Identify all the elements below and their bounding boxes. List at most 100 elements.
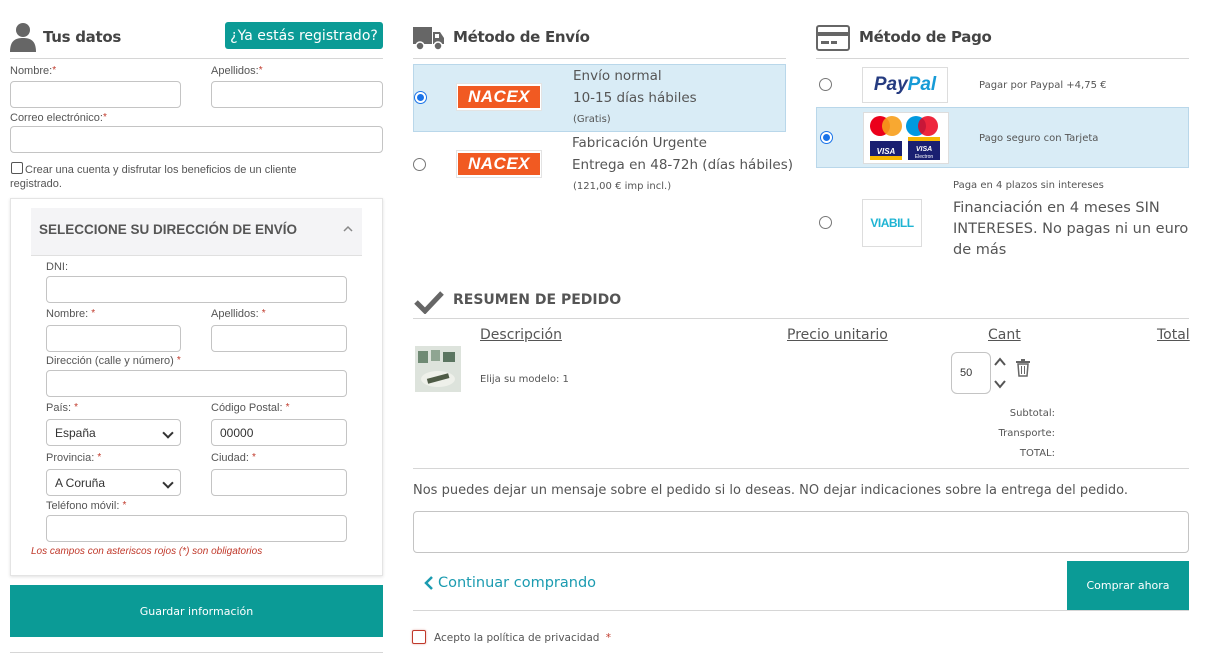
required-mark: * (91, 308, 96, 319)
card-brands-logo: VISA VISA Electron (863, 112, 949, 164)
totals-divider (413, 468, 1189, 469)
order-message-prompt: Nos puedes dejar un mensaje sobre el ped… (413, 483, 1129, 498)
address-first-name-text: Nombre: (46, 308, 89, 320)
col-header-description: Descripción (480, 327, 562, 343)
address-first-name-input[interactable] (46, 325, 181, 352)
transport-label: Transporte: (998, 428, 1055, 439)
required-fields-note: Los campos con asteriscos rojos (*) son … (31, 546, 263, 557)
viabill-radio[interactable] (819, 216, 832, 229)
shipping-urgent-name: Fabricación Urgente (572, 135, 707, 151)
quantity-input[interactable]: 50 (951, 352, 991, 394)
country-select[interactable]: España (46, 419, 181, 446)
card-label: Pago seguro con Tarjeta (979, 133, 1099, 144)
last-name-label: Apellidos:* (211, 65, 263, 77)
postal-code-input[interactable]: 00000 (211, 419, 347, 446)
trash-icon[interactable] (1015, 359, 1031, 381)
required-mark: * (261, 308, 266, 319)
svg-text:VISA: VISA (877, 147, 896, 156)
required-mark: * (102, 112, 107, 123)
first-name-label: Nombre:* (10, 65, 56, 77)
first-name-input[interactable] (10, 81, 181, 108)
required-mark: * (176, 355, 181, 366)
viabill-logo: VIABILL (862, 199, 922, 247)
street-input[interactable] (46, 370, 347, 397)
address-last-name-input[interactable] (211, 325, 347, 352)
country-label: País: * (46, 402, 78, 414)
save-info-button[interactable]: Guardar información (10, 585, 383, 637)
nacex-logo: NACEX (456, 150, 542, 178)
phone-label-text: Teléfono móvil: (46, 500, 120, 512)
chevron-left-icon (424, 576, 433, 590)
col-header-qty: Cant (988, 327, 1021, 343)
required-mark: * (97, 452, 102, 463)
already-registered-button[interactable]: ¿Ya estás registrado? (225, 22, 383, 49)
shipping-urgent-radio[interactable] (413, 158, 426, 171)
order-summary-title: RESUMEN DE PEDIDO (453, 292, 622, 308)
col-header-unit-price: Precio unitario (787, 327, 888, 343)
buy-now-button[interactable]: Comprar ahora (1067, 561, 1189, 610)
address-first-name-label: Nombre: * (46, 308, 95, 320)
viabill-logo-text: VIABILL (870, 216, 914, 230)
credit-card-icon (816, 24, 850, 56)
quantity-decrease-button[interactable] (993, 375, 1007, 394)
nacex-logo-text: NACEX (458, 153, 540, 175)
product-thumbnail (415, 346, 461, 392)
street-label-text: Dirección (calle y número) (46, 355, 174, 367)
phone-input[interactable] (46, 515, 347, 542)
checkmark-icon (414, 290, 444, 318)
street-label: Dirección (calle y número) * (46, 355, 181, 367)
required-mark: * (251, 452, 256, 463)
subtotal-label: Subtotal: (1009, 408, 1055, 419)
truck-icon (413, 25, 445, 55)
privacy-label: Acepto la política de privacidad * (434, 632, 611, 644)
dni-input[interactable] (46, 276, 347, 303)
shipping-divider (413, 58, 786, 59)
svg-text:VISA: VISA (916, 146, 932, 153)
city-label: Ciudad: * (211, 452, 256, 464)
chevron-up-icon[interactable] (342, 219, 354, 238)
viabill-note: Paga en 4 plazos sin intereses (953, 180, 1104, 191)
nacex-logo: NACEX (456, 83, 542, 111)
customer-section-title: Tus datos (43, 28, 121, 46)
last-name-input[interactable] (211, 81, 383, 108)
shipping-normal-name: Envío normal (573, 68, 662, 84)
dni-label: DNI: (46, 261, 68, 273)
bottom-divider (413, 610, 1189, 611)
col-header-total: Total (1157, 327, 1190, 343)
required-mark: * (122, 500, 127, 511)
required-mark: * (258, 65, 263, 76)
address-last-name-label: Apellidos: * (211, 308, 266, 320)
user-icon (10, 22, 36, 52)
province-select[interactable]: A Coruña (46, 469, 181, 496)
total-label: TOTAL: (1019, 448, 1055, 459)
payment-section-title: Método de Pago (859, 28, 992, 46)
card-radio[interactable] (820, 131, 833, 144)
continue-shopping-link[interactable]: Continuar comprando (423, 575, 596, 591)
order-message-textarea[interactable] (413, 511, 1189, 553)
shipping-urgent-time: Entrega en 48-72h (días hábiles) (572, 157, 793, 173)
svg-text:Electron: Electron (915, 154, 934, 160)
payment-divider (816, 58, 1189, 59)
quantity-increase-button[interactable] (993, 353, 1007, 372)
shipping-normal-radio[interactable] (414, 91, 427, 104)
phone-label: Teléfono móvil: * (46, 500, 126, 512)
province-label: Provincia: * (46, 452, 101, 464)
postal-code-label-text: Código Postal: (211, 402, 283, 414)
continue-shopping-text: Continuar comprando (438, 575, 597, 591)
postal-code-label: Código Postal: * (211, 402, 290, 414)
privacy-checkbox[interactable] (412, 630, 426, 644)
country-label-text: País: (46, 402, 72, 414)
city-input[interactable] (211, 469, 347, 496)
last-name-label-text: Apellidos: (211, 65, 259, 77)
required-mark: * (285, 402, 290, 413)
email-label: Correo electrónico:* (10, 112, 107, 124)
customer-divider (10, 58, 383, 59)
paypal-radio[interactable] (819, 78, 832, 91)
address-panel-title: SELECCIONE SU DIRECCIÓN DE ENVÍO (39, 222, 298, 237)
required-mark: * (605, 632, 612, 644)
shipping-urgent-price: (121,00 € imp incl.) (573, 181, 672, 192)
email-input[interactable] (10, 126, 383, 153)
email-label-text: Correo electrónico: (10, 112, 103, 124)
shipping-section-title: Método de Envío (453, 28, 590, 46)
create-account-label: Crear una cuenta y disfrutar los benefic… (10, 164, 297, 190)
